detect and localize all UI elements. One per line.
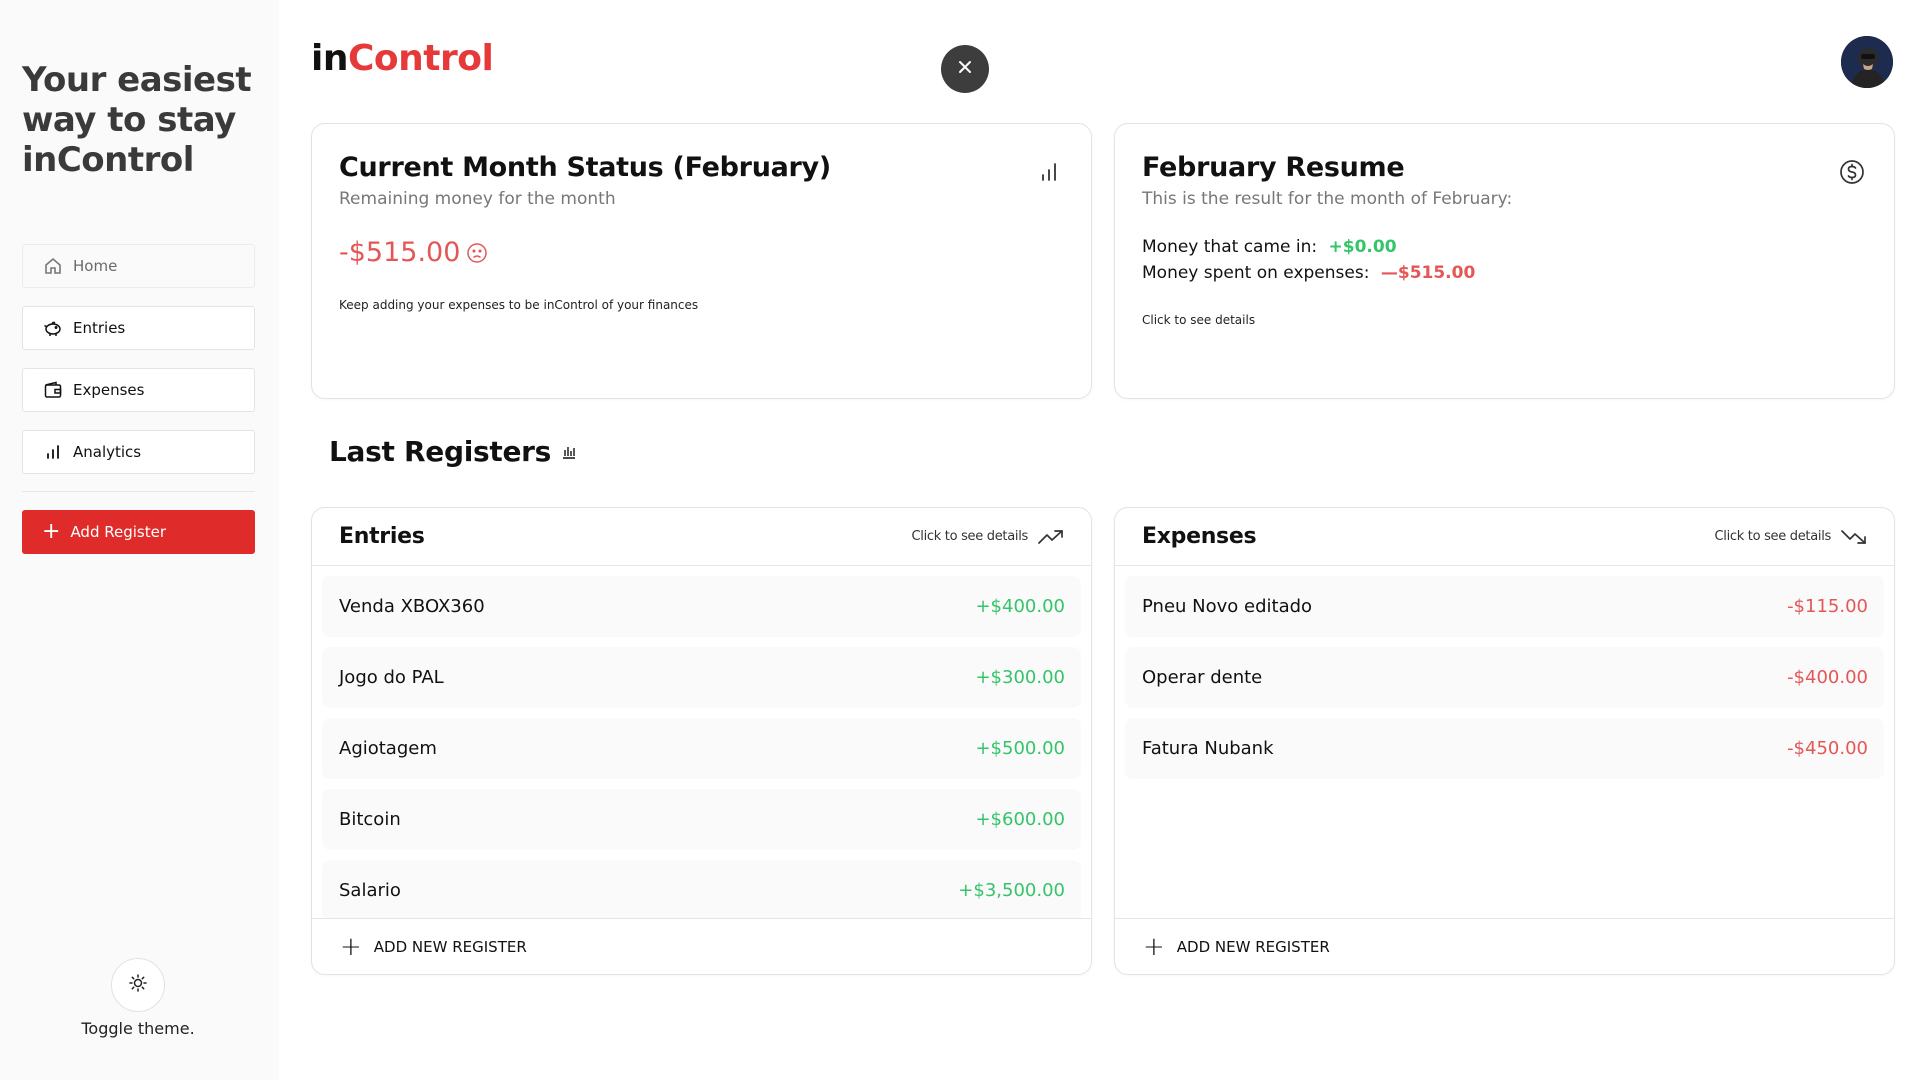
resume-details-link[interactable]: Click to see details <box>1142 313 1867 327</box>
piggy-bank-icon <box>43 318 63 338</box>
income-value: +$0.00 <box>1328 237 1397 257</box>
income-line: Money that came in: +$0.00 <box>1142 237 1867 257</box>
add-register-button[interactable]: + Add Register <box>22 510 255 554</box>
entries-list: Venda XBOX360 +$400.00 Jogo do PAL +$300… <box>312 566 1091 918</box>
entry-name: Salario <box>339 880 401 901</box>
remaining-amount: -$515.00 <box>339 237 1064 268</box>
entries-list-card: Entries Click to see details Venda XBOX3… <box>311 507 1092 975</box>
entry-name: Agiotagem <box>339 738 437 759</box>
nav-home[interactable]: Home <box>22 244 255 288</box>
entry-amount: +$600.00 <box>975 809 1065 830</box>
brand-prefix: in <box>311 38 348 79</box>
sad-face-icon <box>466 242 488 264</box>
income-label: Money that came in: <box>1142 237 1318 257</box>
expense-label: Money spent on expenses: <box>1142 263 1370 283</box>
entries-add-label: ADD NEW REGISTER <box>373 937 527 956</box>
expense-name: Fatura Nubank <box>1142 738 1274 759</box>
list-item[interactable]: Bitcoin +$600.00 <box>322 789 1081 850</box>
expense-amount: -$450.00 <box>1787 738 1868 759</box>
entries-details-link[interactable]: Click to see details <box>911 528 1064 546</box>
list-item[interactable]: Pneu Novo editado -$115.00 <box>1125 576 1884 637</box>
tagline: Your easiest way to stay inControl <box>22 60 252 180</box>
entry-name: Bitcoin <box>339 809 401 830</box>
user-avatar[interactable] <box>1841 36 1893 88</box>
resume-title: February Resume <box>1142 152 1405 183</box>
expenses-add-label: ADD NEW REGISTER <box>1176 937 1330 956</box>
last-registers-label: Last Registers <box>329 435 552 468</box>
plus-icon: + <box>42 519 61 544</box>
last-registers-title: Last Registers <box>329 435 577 468</box>
list-item[interactable]: Venda XBOX360 +$400.00 <box>322 576 1081 637</box>
expense-name: Operar dente <box>1142 667 1263 688</box>
expense-amount: -$400.00 <box>1787 667 1868 688</box>
status-hint: Keep adding your expenses to be inContro… <box>339 298 699 312</box>
nav-expenses-label: Expenses <box>73 381 145 399</box>
trending-down-icon <box>1841 529 1866 544</box>
current-month-status-card: Current Month Status (February) Remainin… <box>311 123 1092 399</box>
bar-chart-icon <box>561 444 577 460</box>
close-icon <box>956 58 974 80</box>
nav-analytics-label: Analytics <box>73 443 142 461</box>
brand-logo: inControl <box>311 38 494 79</box>
add-register-label: Add Register <box>70 523 167 541</box>
february-resume-card[interactable]: February Resume This is the result for t… <box>1114 123 1895 399</box>
list-item[interactable]: Salario +$3,500.00 <box>322 860 1081 918</box>
expense-value: —$515.00 <box>1380 263 1476 283</box>
sun-icon <box>128 973 148 997</box>
nav-expenses[interactable]: Expenses <box>22 368 255 412</box>
wallet-icon <box>43 380 63 400</box>
entry-amount: +$500.00 <box>975 738 1065 759</box>
nav-home-label: Home <box>73 257 118 275</box>
expenses-title: Expenses <box>1142 524 1257 549</box>
plus-icon: + <box>340 931 362 962</box>
nav-analytics[interactable]: Analytics <box>22 430 255 474</box>
expense-line: Money spent on expenses: —$515.00 <box>1142 263 1867 283</box>
entry-name: Venda XBOX360 <box>339 596 485 617</box>
nav-entries-label: Entries <box>73 319 126 337</box>
entries-add-new-register-button[interactable]: + ADD NEW REGISTER <box>312 918 1091 974</box>
entry-amount: +$300.00 <box>975 667 1065 688</box>
bar-chart-icon <box>43 442 63 462</box>
entry-amount: +$400.00 <box>975 596 1065 617</box>
expense-amount: -$115.00 <box>1787 596 1868 617</box>
entries-header: Entries Click to see details <box>312 508 1091 566</box>
entry-name: Jogo do PAL <box>339 667 444 688</box>
expenses-details-link[interactable]: Click to see details <box>1714 528 1867 546</box>
close-button[interactable] <box>941 45 989 93</box>
list-item[interactable]: Fatura Nubank -$450.00 <box>1125 718 1884 779</box>
list-item[interactable]: Agiotagem +$500.00 <box>322 718 1081 779</box>
toggle-theme-label: Toggle theme. <box>81 1019 195 1038</box>
nav-divider <box>22 491 255 492</box>
expenses-list-card: Expenses Click to see details Pneu Novo … <box>1114 507 1895 975</box>
nav-entries[interactable]: Entries <box>22 306 255 350</box>
expenses-header: Expenses Click to see details <box>1115 508 1894 566</box>
status-subtitle: Remaining money for the month <box>339 189 616 209</box>
plus-icon: + <box>1143 931 1165 962</box>
list-item[interactable]: Operar dente -$400.00 <box>1125 647 1884 708</box>
entries-details-label: Click to see details <box>911 529 1028 544</box>
list-item[interactable]: Jogo do PAL +$300.00 <box>322 647 1081 708</box>
expenses-add-new-register-button[interactable]: + ADD NEW REGISTER <box>1115 918 1894 974</box>
brand-suffix: Control <box>347 38 494 79</box>
entry-amount: +$3,500.00 <box>958 880 1065 901</box>
entries-title: Entries <box>339 524 425 549</box>
expenses-list: Pneu Novo editado -$115.00 Operar dente … <box>1115 566 1894 918</box>
bar-chart-icon[interactable] <box>1035 158 1063 186</box>
remaining-amount-value: -$515.00 <box>339 237 461 268</box>
dollar-circle-icon <box>1838 158 1866 186</box>
sidebar: Your easiest way to stay inControl Home … <box>0 0 279 1080</box>
toggle-theme-button[interactable] <box>111 958 165 1012</box>
resume-subtitle: This is the result for the month of Febr… <box>1142 189 1513 209</box>
status-title: Current Month Status (February) <box>339 152 831 183</box>
expenses-details-label: Click to see details <box>1714 529 1831 544</box>
expense-name: Pneu Novo editado <box>1142 596 1313 617</box>
home-icon <box>43 256 63 276</box>
trending-up-icon <box>1038 529 1063 544</box>
